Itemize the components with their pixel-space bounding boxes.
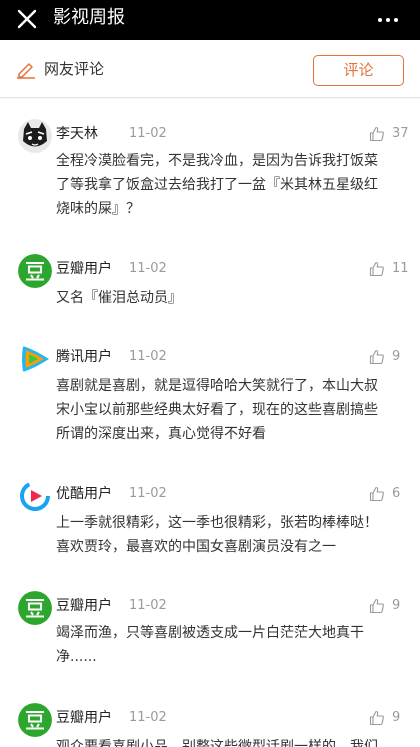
like-count: 37 <box>392 126 409 141</box>
page-title: 影视周报 <box>53 7 125 28</box>
comment-date: 11-02 <box>129 486 167 501</box>
douban-logo <box>18 254 52 288</box>
like-count: 9 <box>392 598 401 613</box>
comment-button[interactable]: 评论 <box>313 55 404 86</box>
douban-logo <box>18 591 52 625</box>
thumbs-up-icon[interactable] <box>369 126 385 142</box>
comment-text: 观众要看喜剧小品，别整这些微型话剧一样的，我们 <box>56 739 378 747</box>
section-header: 网友评论 评论 <box>0 40 420 98</box>
like-count: 11 <box>392 261 409 276</box>
comment-text: 又名『催泪总动员』 <box>56 290 182 306</box>
comment-date: 11-02 <box>129 349 167 364</box>
comment-text: 上一季就很精彩，这一季也很精彩，张若昀棒棒哒！ 喜欢贾玲，最喜欢的中国女喜剧演员… <box>56 515 378 555</box>
comment-username[interactable]: 豆瓣用户 <box>56 708 112 728</box>
close-icon[interactable] <box>14 6 40 32</box>
comment-username[interactable]: 腾讯用户 <box>56 347 112 367</box>
thumbs-up-icon[interactable] <box>369 486 385 502</box>
thumbs-up-icon[interactable] <box>369 598 385 614</box>
tencent-video-logo <box>18 342 52 376</box>
youku-logo <box>18 479 52 513</box>
comment-text: 竭泽而渔，只等喜剧被透支成一片白茫茫大地真干 净...... <box>56 625 364 665</box>
comment-username[interactable]: 优酷用户 <box>56 484 112 504</box>
comment-username[interactable]: 李天林 <box>56 124 98 144</box>
comment-date: 11-02 <box>129 126 167 141</box>
comment-list: 李天林 11-02 37 全程冷漠脸看完，不是我冷血，是因为告诉我打饭菜 了等我… <box>0 99 420 747</box>
cat-avatar <box>18 119 52 153</box>
comment-date: 11-02 <box>129 598 167 613</box>
like-count: 9 <box>392 710 401 725</box>
like-count: 9 <box>392 349 401 364</box>
comment-username[interactable]: 豆瓣用户 <box>56 596 112 616</box>
thumbs-up-icon[interactable] <box>369 261 385 277</box>
comment-text: 全程冷漠脸看完，不是我冷血，是因为告诉我打饭菜 了等我拿了饭盒过去给我打了一盆『… <box>56 153 378 217</box>
comment-text: 喜剧就是喜剧，就是逗得哈哈大笑就行了，本山大叔 宋小宝以前那些经典太好看了，现在… <box>56 378 378 442</box>
thumbs-up-icon[interactable] <box>369 710 385 726</box>
like-count: 6 <box>392 486 401 501</box>
comment-username[interactable]: 豆瓣用户 <box>56 259 112 279</box>
top-bar: 影视周报 <box>0 0 420 40</box>
more-icon[interactable] <box>378 18 398 24</box>
comment-date: 11-02 <box>129 261 167 276</box>
section-title: 网友评论 <box>44 60 105 78</box>
pen-icon <box>17 63 35 79</box>
comment-date: 11-02 <box>129 710 167 725</box>
thumbs-up-icon[interactable] <box>369 349 385 365</box>
douban-logo <box>18 703 52 737</box>
